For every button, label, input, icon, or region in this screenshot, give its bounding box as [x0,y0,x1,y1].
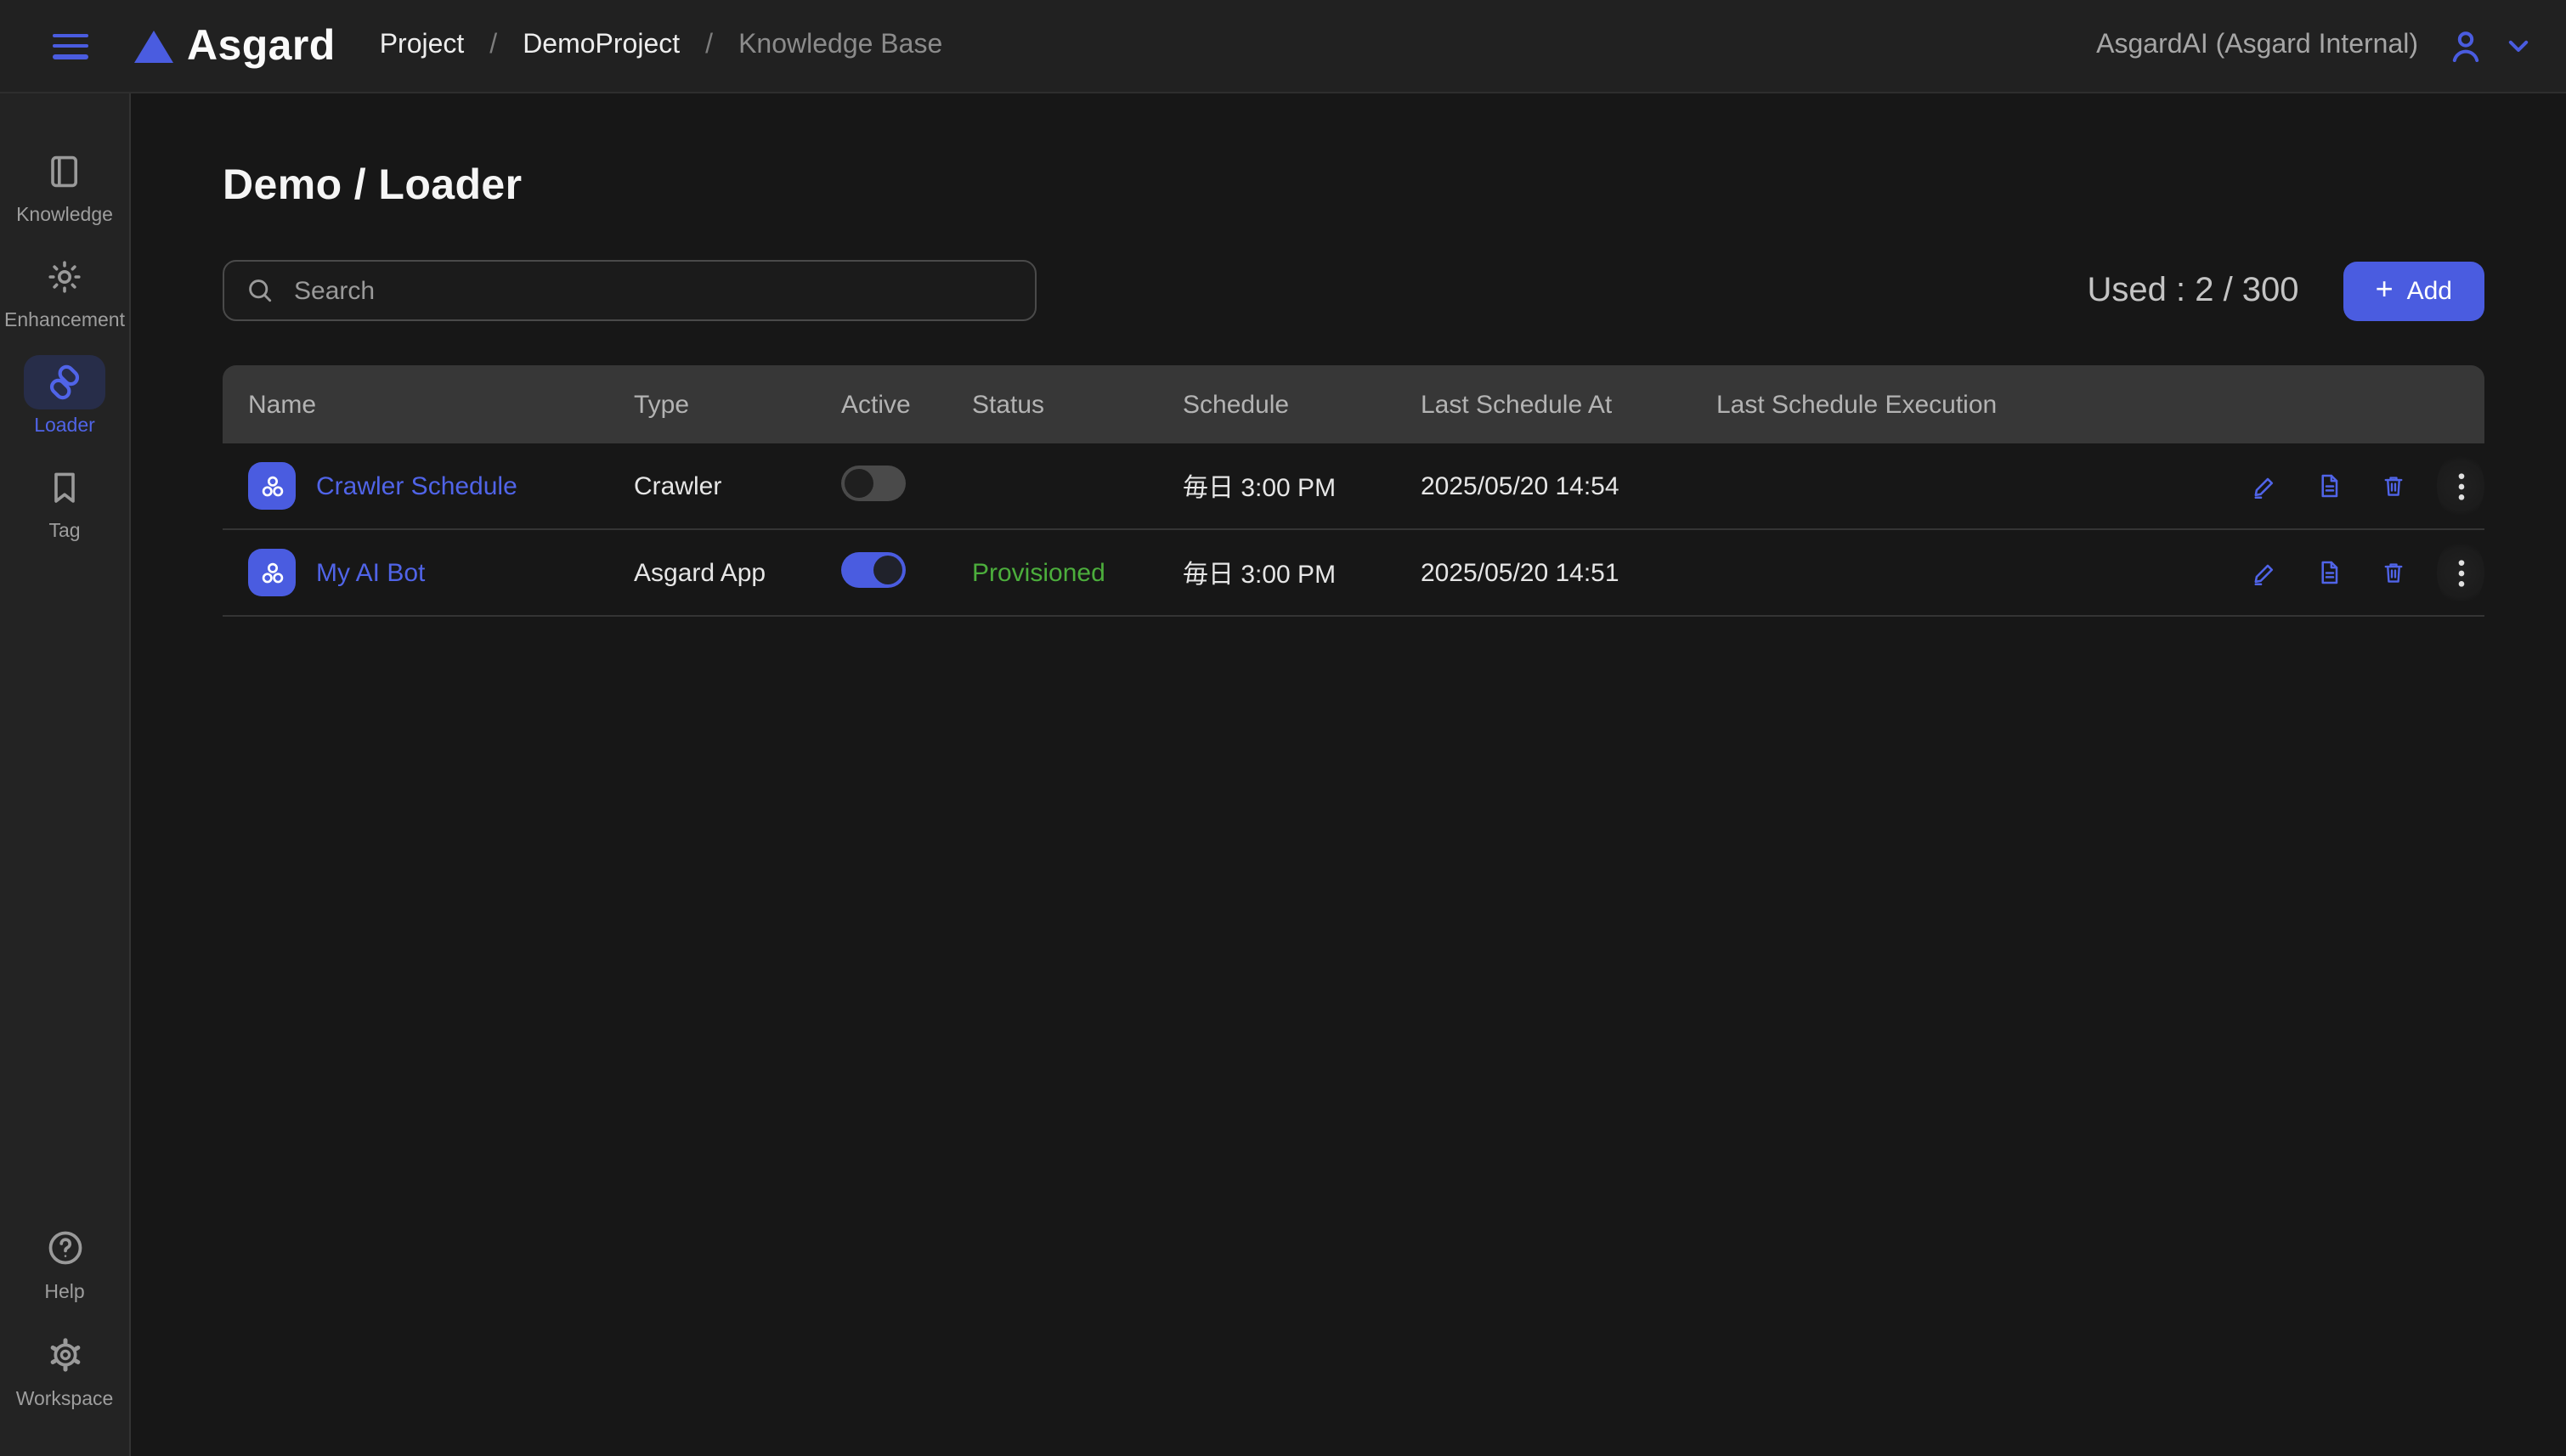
document-icon[interactable] [2316,559,2343,586]
column-header-type: Type [634,390,841,419]
link-icon [44,362,85,403]
chevron-down-icon [2501,29,2535,63]
sidebar-item-label: Workspace [16,1390,114,1412]
active-toggle[interactable] [841,551,906,587]
delete-icon[interactable] [2381,472,2406,499]
sun-icon [44,257,85,297]
row-schedule: 毎日 3:00 PM [1183,555,1421,590]
webhook-icon [248,549,296,596]
sidebar-item-knowledge[interactable]: Knowledge [0,144,130,228]
row-name-link[interactable]: My AI Bot [316,558,425,587]
plus-icon: + [2376,274,2394,304]
column-header-schedule: Schedule [1183,390,1421,419]
active-toggle[interactable] [841,465,906,500]
row-type: Asgard App [634,558,841,587]
triangle-logo-icon [134,30,173,62]
edit-icon[interactable] [2250,471,2279,500]
row-type: Crawler [634,471,841,500]
breadcrumb-project[interactable]: Project [380,31,465,61]
sidebar-item-tag[interactable]: Tag [0,460,130,544]
row-last-schedule-at: 2025/05/20 14:51 [1421,558,1716,587]
page-title: Demo / Loader [223,161,2484,211]
column-header-status: Status [972,390,1183,419]
search-box [223,260,1037,321]
row-last-schedule-at: 2025/05/20 14:54 [1421,471,1716,500]
sidebar-item-label: Help [44,1283,84,1305]
sidebar-item-label: Loader [34,416,95,438]
table-header: Name Type Active Status Schedule Last Sc… [223,365,2484,443]
sidebar-item-help[interactable]: Help [0,1220,130,1305]
breadcrumb-separator: / [705,31,713,61]
edit-icon[interactable] [2250,558,2279,587]
main-content: Demo / Loader Used : 2 / 300 + Add [131,93,2566,1456]
sidebar-item-label: Enhancement [4,311,125,333]
document-icon[interactable] [2316,472,2343,499]
row-status: Provisioned [972,558,1105,587]
row-name-link[interactable]: Crawler Schedule [316,471,517,500]
usage-counter: Used : 2 / 300 [2088,271,2299,310]
account-name: AsgardAI (Asgard Internal) [2096,31,2418,61]
loader-table: Name Type Active Status Schedule Last Sc… [223,365,2484,617]
column-header-active: Active [841,390,972,419]
search-icon [245,275,275,306]
row-schedule: 毎日 3:00 PM [1183,468,1421,504]
sidebar: Knowledge [0,93,131,1456]
bookmark-icon [44,467,85,508]
help-icon [43,1227,86,1269]
add-button[interactable]: + Add [2343,261,2484,320]
account-menu[interactable]: AsgardAI (Asgard Internal) [2096,25,2535,66]
app-window: Asgard Project / DemoProject / Knowledge… [0,0,2566,1456]
sidebar-item-workspace[interactable]: Workspace [0,1327,130,1412]
brand: Asgard [134,21,336,71]
column-header-last-schedule-at: Last Schedule At [1421,390,1716,419]
user-icon [2445,25,2486,66]
column-header-last-schedule-execution: Last Schedule Execution [1716,390,2226,419]
gear-icon [43,1334,86,1376]
sidebar-item-enhancement[interactable]: Enhancement [0,250,130,333]
webhook-icon [248,462,296,510]
column-header-name: Name [223,390,634,419]
delete-icon[interactable] [2381,559,2406,586]
breadcrumb-demoproject[interactable]: DemoProject [523,31,680,61]
hamburger-menu-icon[interactable] [53,33,88,59]
breadcrumb: Project / DemoProject / Knowledge Base [380,31,943,61]
sidebar-item-label: Knowledge [16,206,113,228]
more-icon[interactable] [2437,452,2484,520]
top-bar: Asgard Project / DemoProject / Knowledge… [0,0,2566,93]
brand-name: Asgard [187,21,336,71]
more-icon[interactable] [2437,539,2484,607]
search-input[interactable] [291,274,1015,307]
breadcrumb-knowledge-base: Knowledge Base [738,31,942,61]
breadcrumb-separator: / [489,31,497,61]
table-row: Crawler Schedule Crawler 毎日 3:00 PM 2025… [223,443,2484,530]
toolbar: Used : 2 / 300 + Add [223,260,2484,321]
book-icon [44,151,85,192]
table-row: My AI Bot Asgard App Provisioned 毎日 3:00… [223,530,2484,617]
sidebar-item-loader[interactable]: Loader [0,355,130,438]
sidebar-item-label: Tag [48,522,80,544]
